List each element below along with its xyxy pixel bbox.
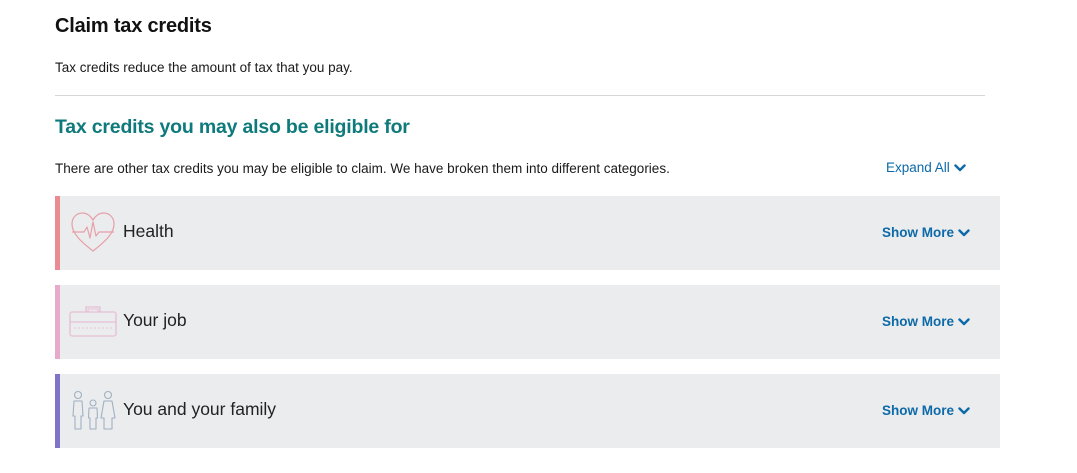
category-card-your-job[interactable]: Your job Show More	[55, 285, 1000, 359]
show-more-button[interactable]: Show More	[882, 225, 970, 240]
category-accent-bar	[55, 285, 60, 359]
section-heading: Tax credits you may also be eligible for	[55, 116, 410, 138]
divider	[55, 95, 985, 96]
intro-text: Tax credits reduce the amount of tax tha…	[55, 60, 353, 75]
show-more-button[interactable]: Show More	[882, 403, 970, 418]
show-more-button[interactable]: Show More	[882, 314, 970, 329]
category-accent-bar	[55, 196, 60, 270]
category-label: You and your family	[123, 399, 277, 419]
family-icon	[72, 390, 116, 430]
category-card-family[interactable]: You and your family Show More	[55, 374, 1000, 448]
category-card-health[interactable]: Health Show More	[55, 196, 1000, 270]
category-label: Health	[123, 221, 174, 241]
heart-pulse-icon	[71, 212, 115, 252]
chevron-down-icon	[954, 163, 966, 171]
category-accent-bar	[55, 374, 60, 448]
chevron-down-icon	[958, 228, 970, 236]
briefcase-icon	[69, 306, 117, 337]
expand-all-link[interactable]: Expand All	[886, 160, 966, 175]
show-more-label: Show More	[882, 403, 955, 418]
chevron-down-icon	[958, 317, 970, 325]
chevron-down-icon	[958, 406, 970, 414]
show-more-label: Show More	[882, 225, 955, 240]
section-description: There are other tax credits you may be e…	[55, 161, 670, 176]
category-label: Your job	[123, 310, 187, 330]
page-title: Claim tax credits	[55, 15, 212, 37]
show-more-label: Show More	[882, 314, 955, 329]
expand-all-label: Expand All	[886, 160, 950, 175]
